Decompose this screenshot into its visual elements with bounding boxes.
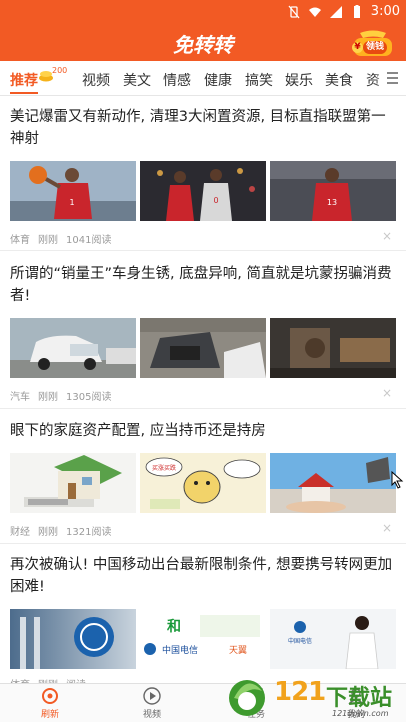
tab-health[interactable]: 健康 xyxy=(204,70,232,90)
article-card[interactable]: 所谓的“销量王”车身生锈, 底盘异响, 简直就是坑蒙拐骗消费者! 汽车 刚刚 130… xyxy=(0,251,406,409)
tab-entertainment[interactable]: 娱乐 xyxy=(285,70,313,90)
dismiss-icon[interactable]: × xyxy=(382,386,392,400)
svg-text:1: 1 xyxy=(69,198,74,207)
ad-carrier-text: 中国电信 xyxy=(288,637,312,645)
nav-video[interactable]: 视频 xyxy=(122,686,182,720)
claim-money-label: 领钱 xyxy=(363,41,388,54)
tab-funny[interactable]: 搞笑 xyxy=(245,70,273,90)
thumbnail-image: 1 xyxy=(10,161,136,221)
status-time: 3:00 xyxy=(370,4,400,19)
cursor-icon xyxy=(391,471,404,489)
thumbnail-image xyxy=(10,453,136,513)
nav-refresh-label: 刷新 xyxy=(40,710,59,720)
thumbnail-image xyxy=(10,609,136,669)
nav-video-label: 视频 xyxy=(142,710,161,720)
article-thumbnails[interactable] xyxy=(10,318,396,378)
article-reads: 1305阅读 xyxy=(66,392,112,403)
article-reads: 1321阅读 xyxy=(66,527,112,538)
coin-reward-badge: 200 xyxy=(38,66,67,87)
article-category: 财经 xyxy=(10,527,30,538)
thumbnail-image: 中国电信 xyxy=(270,609,396,669)
app-title: 免转转 xyxy=(173,33,233,57)
ad-carrier-text: 中国电信 xyxy=(162,644,198,656)
thumbnail-image xyxy=(270,453,396,513)
watermark-number: 121 xyxy=(274,677,326,707)
signal-icon xyxy=(329,5,342,18)
article-title[interactable]: 眼下的家庭资产配置, 应当持币还是持房 xyxy=(10,420,394,442)
tab-prose[interactable]: 美文 xyxy=(123,70,151,90)
ad-brand-text: 天翼 xyxy=(229,645,247,656)
yen-coin-icon: ¥ xyxy=(352,42,363,53)
tab-recommend[interactable]: 推荐 xyxy=(10,70,38,90)
thumbnail-image xyxy=(270,318,396,378)
article-thumbnails[interactable]: 和 中国电信 天翼 中国电信 xyxy=(10,609,396,669)
dismiss-icon[interactable]: × xyxy=(382,229,392,243)
site-watermark: 121 下载站 121down.com xyxy=(222,675,406,722)
article-meta: 体育 刚刚 1041阅读 xyxy=(10,231,119,246)
status-bar: 3:00 xyxy=(0,0,406,25)
article-thumbnails[interactable]: 买涨买跌 xyxy=(10,453,404,513)
thumbnail-image: 和 中国电信 天翼 xyxy=(140,609,266,669)
svg-text:0: 0 xyxy=(213,196,218,205)
article-category: 汽车 xyxy=(10,392,30,403)
vibrate-off-icon xyxy=(288,5,300,18)
nav-refresh[interactable]: 刷新 xyxy=(20,686,80,720)
svg-text:13: 13 xyxy=(327,198,337,207)
article-card[interactable]: 眼下的家庭资产配置, 应当持币还是持房 买涨买跌 财经 刚刚 1321阅读 × xyxy=(0,409,406,544)
article-thumbnails[interactable]: 1 0 13 xyxy=(10,161,396,221)
article-card[interactable]: 再次被确认! 中国移动出台最新限制条件, 想要携号转网更加困难! 和 中国电信 … xyxy=(0,544,406,691)
article-category: 体育 xyxy=(10,235,30,246)
article-time: 刚刚 xyxy=(38,527,58,538)
thumbnail-image: 买涨买跌 xyxy=(140,453,266,513)
article-title[interactable]: 美记爆雷又有新动作, 清理3大闲置资源, 目标直指联盟第一神射 xyxy=(10,106,394,150)
menu-icon[interactable] xyxy=(386,71,402,85)
category-tabs: 推荐 200 视频 美文 情感 健康 搞笑 娱乐 美食 资 xyxy=(0,61,406,96)
refresh-icon xyxy=(42,688,58,704)
active-tab-indicator xyxy=(10,92,38,94)
article-meta: 财经 刚刚 1321阅读 xyxy=(10,523,119,538)
thumbnail-image xyxy=(140,318,266,378)
app-header: 免转转 ¥ 领钱 xyxy=(0,25,406,61)
battery-icon xyxy=(353,4,360,18)
thumbnail-image: 13 xyxy=(270,161,396,221)
watermark-title: 下载站 xyxy=(326,686,393,711)
article-title[interactable]: 所谓的“销量王”车身生锈, 底盘异响, 简直就是坑蒙拐骗消费者! xyxy=(10,263,394,307)
article-time: 刚刚 xyxy=(38,235,58,246)
article-card[interactable]: 美记爆雷又有新动作, 清理3大闲置资源, 目标直指联盟第一神射 1 0 13 体… xyxy=(0,96,406,251)
claim-money-button[interactable]: ¥ 领钱 xyxy=(350,29,396,57)
wifi-icon xyxy=(308,7,321,17)
watermark-site: 121down.com xyxy=(332,709,389,718)
article-reads: 1041阅读 xyxy=(66,235,112,246)
watermark-logo-icon xyxy=(229,680,265,716)
coin-reward-count: 200 xyxy=(52,66,68,75)
article-title[interactable]: 再次被确认! 中国移动出台最新限制条件, 想要携号转网更加困难! xyxy=(10,554,394,598)
ad-logo-text: 和 xyxy=(167,619,181,635)
thumbnail-image xyxy=(10,318,136,378)
play-icon xyxy=(143,687,161,705)
tab-food[interactable]: 美食 xyxy=(325,70,353,90)
dismiss-icon[interactable]: × xyxy=(382,521,392,535)
tab-emotion[interactable]: 情感 xyxy=(163,70,191,90)
article-time: 刚刚 xyxy=(38,392,58,403)
article-meta: 汽车 刚刚 1305阅读 xyxy=(10,388,119,403)
thumbnail-image: 0 xyxy=(140,161,266,221)
cartoon-caption: 买涨买跌 xyxy=(152,464,176,472)
tab-video[interactable]: 视频 xyxy=(82,70,110,90)
